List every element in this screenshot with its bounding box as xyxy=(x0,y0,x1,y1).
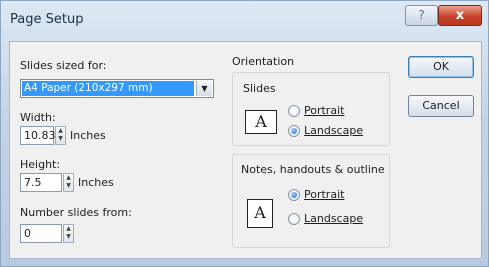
dialog-body: Slides sized for: A4 Paper (210x297 mm) … xyxy=(9,41,482,259)
notes-landscape-label[interactable]: Landscape xyxy=(304,212,363,225)
height-label: Height: xyxy=(20,158,61,171)
help-button[interactable]: ? xyxy=(405,5,438,26)
slides-sized-label: Slides sized for: xyxy=(20,59,107,72)
dialog-title: Page Setup xyxy=(10,12,84,27)
slides-sized-value: A4 Paper (210x297 mm) xyxy=(22,81,194,96)
portrait-page-icon: A xyxy=(247,199,273,228)
spin-up-icon[interactable]: ▲ xyxy=(64,225,73,233)
height-input[interactable]: 7.5 xyxy=(20,173,62,192)
spin-down-icon[interactable]: ▼ xyxy=(64,233,73,241)
spin-up-icon[interactable]: ▲ xyxy=(56,127,65,135)
width-input[interactable]: 10.83 xyxy=(20,126,56,145)
cancel-button[interactable]: Cancel xyxy=(408,95,474,117)
width-value: 10.83 xyxy=(24,129,56,142)
slides-portrait-label[interactable]: Portrait xyxy=(304,104,344,117)
slides-orientation-label: Slides xyxy=(243,82,276,95)
spin-up-icon[interactable]: ▲ xyxy=(64,174,73,182)
spin-down-icon[interactable]: ▼ xyxy=(56,135,65,143)
height-value: 7.5 xyxy=(24,176,42,189)
number-from-spinner[interactable]: ▲ ▼ xyxy=(63,224,74,243)
number-from-value: 0 xyxy=(24,227,31,240)
width-label: Width: xyxy=(20,111,56,124)
slides-portrait-radio[interactable] xyxy=(288,105,300,117)
slides-sized-select[interactable]: A4 Paper (210x297 mm) ▼ xyxy=(20,79,214,98)
notes-landscape-radio[interactable] xyxy=(288,213,300,225)
notes-portrait-radio[interactable] xyxy=(288,189,300,201)
ok-button[interactable]: OK xyxy=(408,56,474,78)
title-bar: Page Setup ? x xyxy=(1,1,488,37)
chevron-down-icon[interactable]: ▼ xyxy=(196,81,212,96)
number-from-label: Number slides from: xyxy=(20,206,132,219)
spin-down-icon[interactable]: ▼ xyxy=(64,182,73,190)
orientation-label: Orientation xyxy=(232,55,295,68)
close-button[interactable]: x xyxy=(438,5,482,26)
height-unit: Inches xyxy=(78,176,114,189)
slides-landscape-radio[interactable] xyxy=(288,125,300,137)
number-from-input[interactable]: 0 xyxy=(20,224,62,243)
notes-orientation-label: Notes, handouts & outline xyxy=(241,163,385,176)
width-unit: Inches xyxy=(70,129,106,142)
slides-orientation-group: Slides A Portrait Landscape xyxy=(232,72,390,146)
width-spinner[interactable]: ▲ ▼ xyxy=(55,126,66,145)
height-spinner[interactable]: ▲ ▼ xyxy=(63,173,74,192)
page-setup-dialog: Page Setup ? x Slides sized for: A4 Pape… xyxy=(0,0,489,267)
slides-landscape-label[interactable]: Landscape xyxy=(304,124,363,137)
notes-orientation-group: Notes, handouts & outline A Portrait Lan… xyxy=(232,154,390,248)
landscape-page-icon: A xyxy=(245,110,277,134)
notes-portrait-label[interactable]: Portrait xyxy=(304,188,344,201)
